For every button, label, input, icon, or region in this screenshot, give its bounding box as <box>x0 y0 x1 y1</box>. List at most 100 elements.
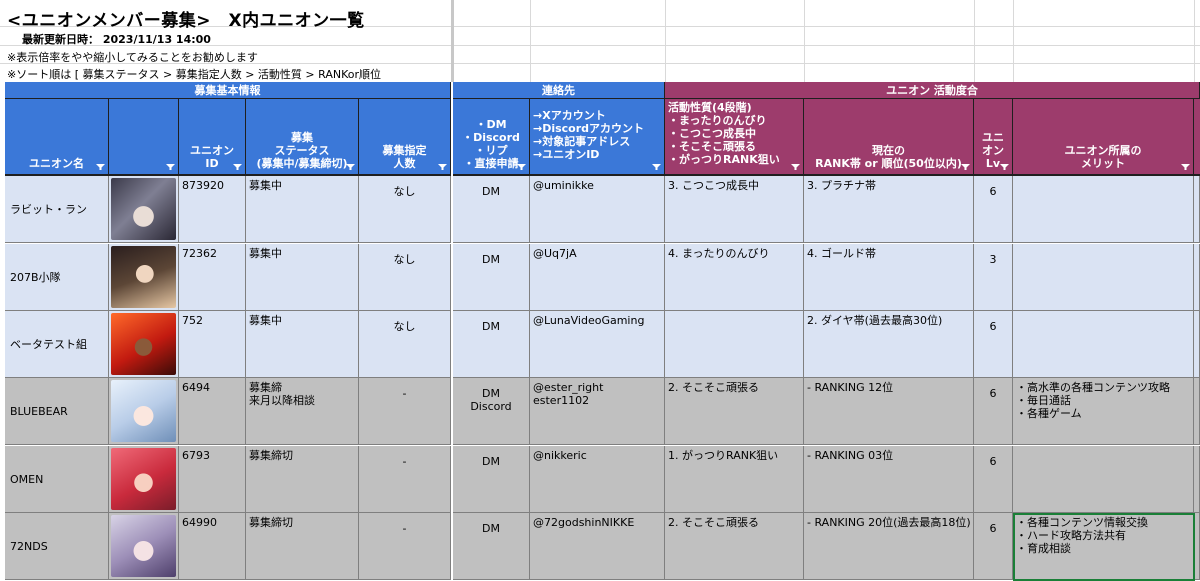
col-header-union-id[interactable]: ユニオン ID <box>179 99 246 176</box>
cell-merit[interactable] <box>1013 244 1194 311</box>
cell-id[interactable]: 6793 <box>179 446 246 513</box>
cell-method[interactable]: DM <box>453 446 530 513</box>
cell-id[interactable]: 752 <box>179 311 246 378</box>
union-image-cell[interactable] <box>109 446 179 513</box>
filter-icon[interactable] <box>1000 164 1009 170</box>
cell-status[interactable]: 募集中 <box>246 311 359 378</box>
table-row[interactable]: 207B小隊 72362 募集中 なし DM @Uq7jA 4. まったりのんびり 4. ゴー… <box>0 244 1200 311</box>
cell-count[interactable]: なし <box>359 244 451 311</box>
cell-lv[interactable]: 6 <box>974 311 1013 378</box>
filter-icon[interactable] <box>517 164 526 170</box>
filter-icon[interactable] <box>791 164 800 170</box>
col-header-union-name[interactable]: ユニオン名 <box>5 99 109 176</box>
col-header-image[interactable] <box>109 99 179 176</box>
table-row[interactable]: ベータテスト組 752 募集中 なし DM @LunaVideoGaming 2. ダイヤ帯… <box>0 311 1200 378</box>
cell-activity[interactable]: 1. がっつりRANK狙い <box>665 446 804 513</box>
cell-method[interactable]: DM <box>453 176 530 243</box>
cell-activity[interactable] <box>665 311 804 378</box>
overflow-cell[interactable] <box>1194 446 1200 513</box>
cell-rank[interactable]: 2. ダイヤ帯(過去最高30位) <box>804 311 974 378</box>
cell-merit[interactable] <box>1013 176 1194 243</box>
union-image-cell[interactable] <box>109 311 179 378</box>
union-image-cell[interactable] <box>109 513 179 580</box>
col-header-contact-account[interactable]: →Xアカウント →Discordアカウント →対象記事アドレス →ユニオンID <box>530 99 665 176</box>
cell-account[interactable]: @72godshinNIKKE <box>530 513 665 580</box>
filter-icon[interactable] <box>1181 164 1190 170</box>
filter-icon[interactable] <box>166 164 175 170</box>
filter-icon[interactable] <box>438 164 447 170</box>
cell-account[interactable]: @LunaVideoGaming <box>530 311 665 378</box>
band-contact: 連絡先 <box>453 82 665 99</box>
cell-merit[interactable] <box>1013 446 1194 513</box>
col-header-count[interactable]: 募集指定 人数 <box>359 99 451 176</box>
cell-method[interactable]: DM <box>453 513 530 580</box>
cell-lv[interactable]: 6 <box>974 378 1013 445</box>
cell-activity[interactable]: 2. そこそこ頑張る <box>665 378 804 445</box>
cell-name[interactable]: 207B小隊 <box>5 244 109 311</box>
cell-method[interactable]: DM <box>453 311 530 378</box>
cell-name[interactable]: ラビット・ラン <box>5 176 109 243</box>
overflow-cell[interactable] <box>1194 176 1200 243</box>
cell-merit[interactable]: ・高水準の各種コンテンツ攻略 ・毎日通話 ・各種ゲーム <box>1013 378 1194 445</box>
cell-status[interactable]: 募集中 <box>246 244 359 311</box>
cell-count[interactable]: - <box>359 513 451 580</box>
frozen-column-divider[interactable] <box>451 0 454 82</box>
cell-name[interactable]: ベータテスト組 <box>5 311 109 378</box>
cell-count[interactable]: - <box>359 378 451 445</box>
cell-lv[interactable]: 6 <box>974 176 1013 243</box>
overflow-cell[interactable] <box>1194 311 1200 378</box>
cell-name[interactable]: BLUEBEAR <box>5 378 109 445</box>
cell-rank[interactable]: 4. ゴールド帯 <box>804 244 974 311</box>
col-header-extra[interactable] <box>1194 99 1200 176</box>
cell-count[interactable]: なし <box>359 311 451 378</box>
cell-status[interactable]: 募集中 <box>246 176 359 243</box>
cell-account[interactable]: @Uq7jA <box>530 244 665 311</box>
table-row[interactable]: BLUEBEAR 6494 募集締 来月以降相談 - DM Discord @ester_… <box>0 378 1200 445</box>
union-image-cell[interactable] <box>109 378 179 445</box>
cell-id[interactable]: 6494 <box>179 378 246 445</box>
cell-status[interactable]: 募集締 来月以降相談 <box>246 378 359 445</box>
overflow-cell[interactable] <box>1194 378 1200 445</box>
overflow-cell[interactable] <box>1194 244 1200 311</box>
table-row[interactable]: OMEN 6793 募集締切 - DM @nikkeric 1. がっつりRANK狙い - R… <box>0 446 1200 513</box>
cell-activity[interactable]: 2. そこそこ頑張る <box>665 513 804 580</box>
filter-icon[interactable] <box>346 164 355 170</box>
filter-icon[interactable] <box>652 164 661 170</box>
cell-rank[interactable]: 3. プラチナ帯 <box>804 176 974 243</box>
cell-merit[interactable] <box>1013 311 1194 378</box>
cell-id[interactable]: 64990 <box>179 513 246 580</box>
filter-icon[interactable] <box>96 164 105 170</box>
col-header-rank[interactable]: 現在の RANK帯 or 順位(50位以内) <box>804 99 974 176</box>
cell-method[interactable]: DM <box>453 244 530 311</box>
filter-icon[interactable] <box>961 164 970 170</box>
cell-id[interactable]: 873920 <box>179 176 246 243</box>
cell-account[interactable]: @uminikke <box>530 176 665 243</box>
cell-lv[interactable]: 3 <box>974 244 1013 311</box>
cell-name[interactable]: 72NDS <box>5 513 109 580</box>
cell-account[interactable]: @ester_right ester1102 <box>530 378 665 445</box>
cell-status[interactable]: 募集締切 <box>246 513 359 580</box>
cell-name[interactable]: OMEN <box>5 446 109 513</box>
col-header-status[interactable]: 募集 ステータス (募集中/募集締切) <box>246 99 359 176</box>
cell-account[interactable]: @nikkeric <box>530 446 665 513</box>
col-header-merit[interactable]: ユニオン所属の メリット <box>1013 99 1194 176</box>
cell-lv[interactable]: 6 <box>974 446 1013 513</box>
table-row[interactable]: ラビット・ラン 873920 募集中 なし DM @uminikke 3. こつこつ成長中 3… <box>0 176 1200 243</box>
cell-count[interactable]: - <box>359 446 451 513</box>
col-header-activity[interactable]: 活動性質(4段階) ・まったりのんびり ・こつこつ成長中 ・そこそこ頑張る ・が… <box>665 99 804 176</box>
cell-status[interactable]: 募集締切 <box>246 446 359 513</box>
cell-id[interactable]: 72362 <box>179 244 246 311</box>
cell-lv[interactable]: 6 <box>974 513 1013 580</box>
filter-icon[interactable] <box>233 164 242 170</box>
cell-rank[interactable]: - RANKING 12位 <box>804 378 974 445</box>
cell-activity[interactable]: 3. こつこつ成長中 <box>665 176 804 243</box>
cell-rank[interactable]: - RANKING 03位 <box>804 446 974 513</box>
cell-method[interactable]: DM Discord <box>453 378 530 445</box>
col-header-lv[interactable]: ユニ オン Lv <box>974 99 1013 176</box>
cell-activity[interactable]: 4. まったりのんびり <box>665 244 804 311</box>
cell-count[interactable]: なし <box>359 176 451 243</box>
union-image-cell[interactable] <box>109 176 179 243</box>
col-header-contact-method[interactable]: ・DM ・Discord ・リプ ・直接申請 <box>453 99 530 176</box>
cell-rank[interactable]: - RANKING 20位(過去最高18位) <box>804 513 974 580</box>
union-image-cell[interactable] <box>109 244 179 311</box>
